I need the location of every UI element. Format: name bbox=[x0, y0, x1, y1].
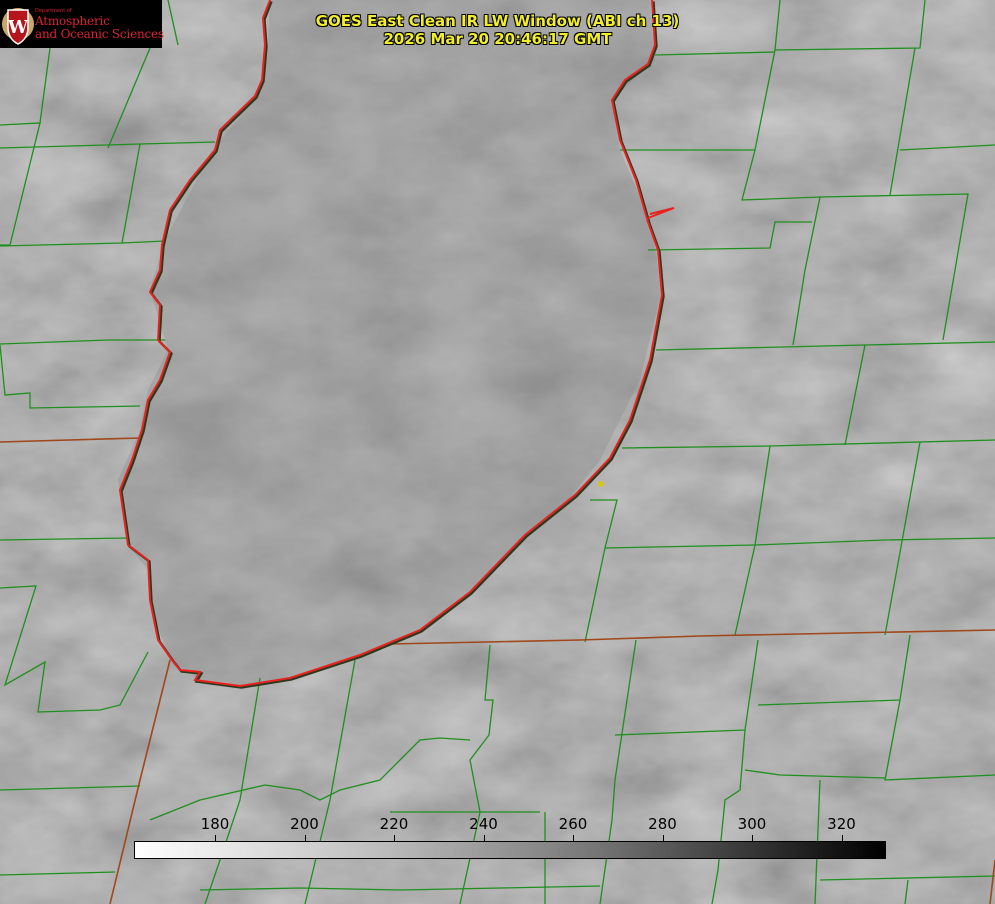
colorbar-tick-mark bbox=[573, 835, 574, 842]
colorbar bbox=[134, 841, 886, 859]
satellite-image-viewer: W Department of Atmospheric and Oceanic … bbox=[0, 0, 995, 904]
colorbar-tick-label: 320 bbox=[827, 815, 856, 833]
colorbar-tick-mark bbox=[752, 835, 753, 842]
image-timestamp: 2026 Mar 20 20:46:17 GMT bbox=[383, 30, 612, 48]
colorbar-tick-label: 300 bbox=[737, 815, 767, 833]
colorbar-tick-label: 260 bbox=[558, 815, 588, 833]
colorbar-tick-mark bbox=[662, 835, 664, 842]
colorbar-tick-label: 280 bbox=[648, 815, 677, 833]
colorbar-tick-label: 240 bbox=[469, 815, 498, 833]
location-marker bbox=[598, 481, 604, 487]
colorbar-tick-mark bbox=[304, 835, 306, 842]
colorbar-tick-mark bbox=[394, 835, 395, 842]
colorbar-tick-mark bbox=[215, 835, 216, 842]
colorbar-tick-mark bbox=[841, 835, 843, 842]
colorbar-tick-label: 180 bbox=[200, 815, 230, 833]
colorbar-tick-label: 200 bbox=[290, 815, 319, 833]
colorbar-tick-mark bbox=[483, 835, 485, 842]
map-canvas bbox=[0, 0, 995, 904]
colorbar-tick-label: 220 bbox=[379, 815, 409, 833]
image-title: GOES East Clean IR LW Window (ABI ch 13) bbox=[315, 12, 680, 30]
